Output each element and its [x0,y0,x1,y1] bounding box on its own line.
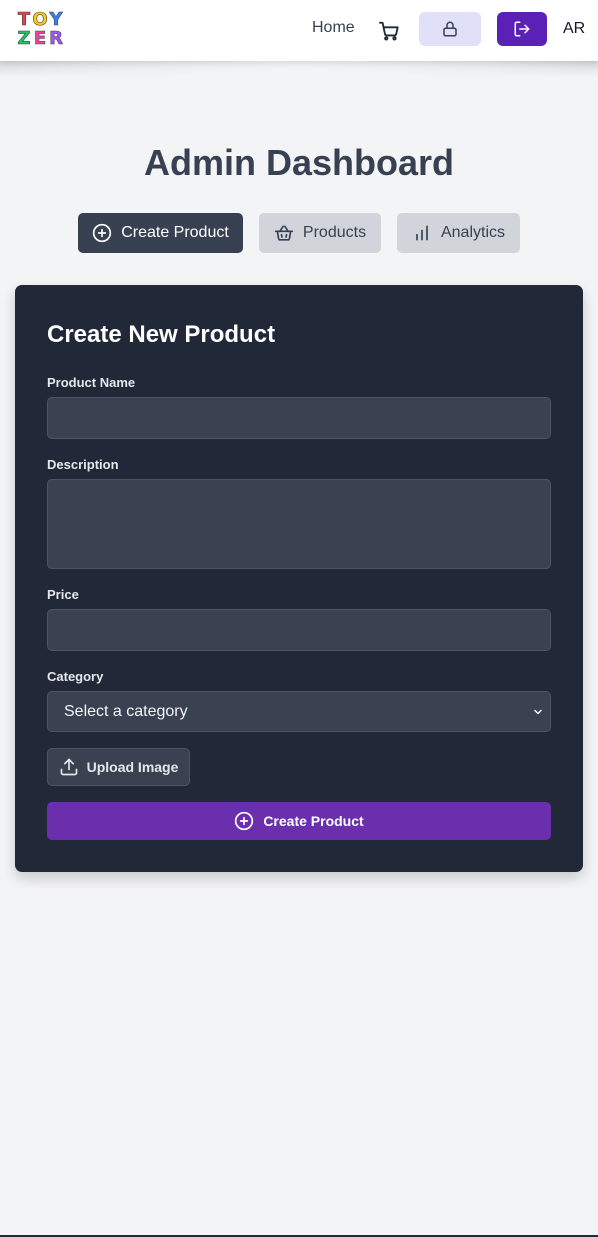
description-textarea[interactable] [47,479,551,569]
language-toggle[interactable]: AR [563,20,585,38]
tab-create-product[interactable]: Create Product [78,213,243,253]
header-shadow [0,61,598,77]
toyzer-logo[interactable]: T O Y Z E R [16,9,64,49]
logo-letter: Y [49,9,63,30]
shopping-cart-icon [378,21,399,41]
page-title: Admin Dashboard [143,142,455,183]
tab-label: Create Product [121,224,229,241]
logo-row-2: Z E R [16,28,64,49]
tab-label: Analytics [440,224,506,241]
cart-button[interactable] [378,20,400,42]
top-navbar: T O Y Z E R Home AR [0,0,598,61]
logo-letter: R [49,28,63,49]
form-title: Create New Product [47,321,276,348]
category-selected-value: Select a category [64,702,188,720]
basket-icon [274,225,294,241]
upload-image-button[interactable]: Upload Image [47,748,190,786]
logout-button[interactable] [497,12,547,46]
logo-letter: E [33,28,47,49]
chevron-down-icon [534,709,542,715]
category-select[interactable]: Select a category [47,691,551,732]
tab-label: Products [302,224,367,241]
logo-letter: T [17,9,31,30]
description-label: Description [47,457,119,472]
admin-dashboard-button[interactable] [419,12,481,46]
upload-label: Upload Image [86,759,179,775]
submit-label: Create Product [263,813,364,829]
logo-letter: Z [17,28,31,49]
plus-circle-icon [235,811,254,831]
product-name-label: Product Name [47,375,136,390]
tab-products[interactable]: Products [259,213,381,253]
logout-icon [514,21,530,37]
product-name-input[interactable] [47,397,551,439]
create-product-submit-button[interactable]: Create Product [47,802,551,840]
logo-row-1: T O Y [16,9,64,30]
price-input[interactable] [47,609,551,651]
price-label: Price [47,587,79,602]
nav-home-link[interactable]: Home [312,19,355,37]
tab-analytics[interactable]: Analytics [397,213,520,253]
upload-icon [60,758,77,776]
plus-circle-icon [93,223,112,243]
lock-icon [443,21,457,37]
bar-chart-icon [416,225,428,241]
logo-letter: O [32,9,48,30]
create-product-card: Create New Product Product Name Descript… [15,285,583,872]
category-label: Category [47,669,104,684]
